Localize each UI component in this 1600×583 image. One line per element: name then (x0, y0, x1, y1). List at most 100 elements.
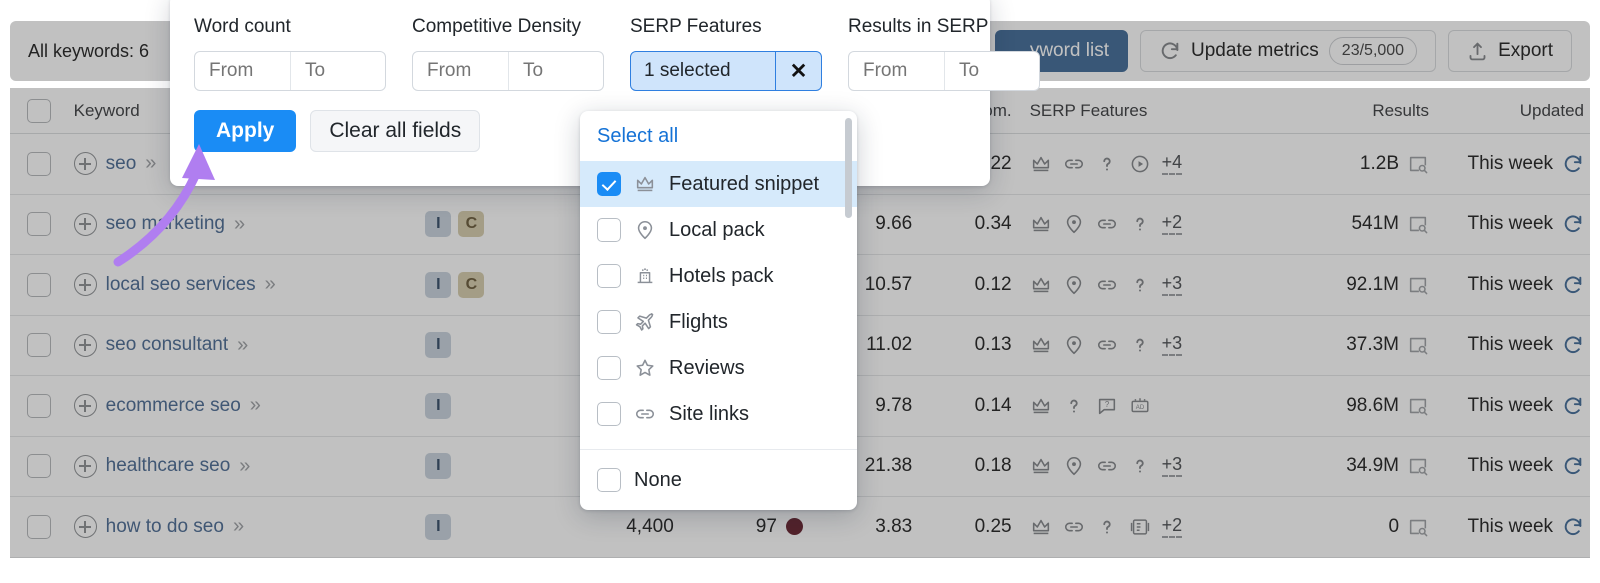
dropdown-option[interactable]: Site links (580, 391, 857, 437)
range-to-input[interactable] (290, 52, 385, 90)
row-checkbox[interactable] (10, 393, 68, 418)
range-from-input[interactable] (849, 52, 944, 90)
faq-icon[interactable] (1063, 395, 1085, 417)
updated-refresh-icon[interactable] (1562, 395, 1584, 417)
export-button[interactable]: Export (1448, 30, 1572, 72)
dropdown-option[interactable]: Reviews (580, 345, 857, 391)
serp-features-more[interactable]: +4 (1161, 152, 1183, 175)
local-pack-icon[interactable] (1063, 455, 1085, 477)
intent-badge-C[interactable]: C (458, 271, 485, 298)
row-checkbox[interactable] (10, 333, 68, 358)
featured-snippet-icon[interactable] (1030, 153, 1052, 175)
serp-features-select[interactable]: 1 selected ✕ (630, 51, 822, 91)
serp-features-more[interactable]: +2 (1161, 213, 1183, 236)
option-checkbox[interactable] (597, 310, 621, 334)
local-pack-icon[interactable] (1063, 334, 1085, 356)
add-keyword-icon[interactable] (73, 273, 97, 297)
results-search-icon[interactable] (1407, 153, 1429, 175)
site-links-icon[interactable] (1063, 516, 1085, 538)
clear-selection-icon[interactable]: ✕ (775, 52, 821, 90)
updated-refresh-icon[interactable] (1562, 274, 1584, 296)
intent-badge-I[interactable]: I (425, 332, 452, 359)
range-from-input[interactable] (195, 52, 290, 90)
serp-features-more[interactable]: +3 (1161, 455, 1183, 478)
range-from-input[interactable] (413, 52, 508, 90)
site-links-icon[interactable] (1096, 455, 1118, 477)
site-links-icon[interactable] (1096, 274, 1118, 296)
faq-icon[interactable] (1129, 455, 1151, 477)
keyword-link[interactable]: ecommerce seo (106, 395, 241, 417)
results-search-icon[interactable] (1407, 395, 1429, 417)
dropdown-option-none[interactable]: None (580, 450, 857, 510)
local-pack-icon[interactable] (1063, 213, 1085, 235)
faq-icon[interactable] (1129, 213, 1151, 235)
add-keyword-icon[interactable] (73, 454, 97, 478)
dropdown-option[interactable]: Flights (580, 299, 857, 345)
option-checkbox[interactable] (597, 264, 621, 288)
column-header-results[interactable]: Results (1260, 101, 1429, 121)
serp-features-more[interactable]: +3 (1161, 273, 1183, 296)
keyword-link[interactable]: seo marketing (106, 213, 225, 235)
add-keyword-icon[interactable] (73, 333, 97, 357)
keyword-link[interactable]: seo (106, 153, 137, 175)
results-search-icon[interactable] (1407, 455, 1429, 477)
row-checkbox[interactable] (10, 272, 68, 297)
range-to-input[interactable] (944, 52, 1039, 90)
add-keyword-icon[interactable] (73, 152, 97, 176)
video-icon[interactable] (1129, 153, 1151, 175)
results-search-icon[interactable] (1407, 213, 1429, 235)
chevron-right-icon[interactable]: » (250, 394, 261, 417)
dropdown-scrollbar[interactable] (845, 118, 852, 218)
featured-snippet-icon[interactable] (1030, 455, 1052, 477)
apply-button[interactable]: Apply (194, 110, 297, 152)
updated-refresh-icon[interactable] (1562, 516, 1584, 538)
keyword-link[interactable]: local seo services (106, 274, 256, 296)
site-links-icon[interactable] (1096, 334, 1118, 356)
dropdown-option[interactable]: Local pack (580, 207, 857, 253)
intent-badge-I[interactable]: I (425, 211, 452, 238)
row-checkbox[interactable] (10, 151, 68, 176)
row-checkbox[interactable] (10, 212, 68, 237)
option-checkbox[interactable] (597, 402, 621, 426)
chevron-right-icon[interactable]: » (239, 455, 250, 478)
featured-snippet-icon[interactable] (1030, 334, 1052, 356)
site-links-icon[interactable] (1096, 213, 1118, 235)
keyword-link[interactable]: seo consultant (106, 334, 229, 356)
knowledge-panel-icon[interactable] (1129, 516, 1151, 538)
add-keyword-icon[interactable] (73, 212, 97, 236)
faq-icon[interactable] (1096, 516, 1118, 538)
faq-icon[interactable] (1129, 334, 1151, 356)
chevron-right-icon[interactable]: » (237, 334, 248, 357)
discussions-icon[interactable]: ? (1096, 395, 1118, 417)
select-all-rows-checkbox[interactable] (10, 98, 68, 123)
results-search-icon[interactable] (1407, 274, 1429, 296)
keyword-link[interactable]: how to do seo (106, 516, 224, 538)
featured-snippet-icon[interactable] (1030, 213, 1052, 235)
intent-badge-I[interactable]: I (425, 453, 452, 480)
chevron-right-icon[interactable]: » (234, 213, 245, 236)
select-all-link[interactable]: Select all (580, 111, 857, 161)
column-header-updated[interactable]: Updated (1429, 101, 1590, 121)
keyword-link[interactable]: healthcare seo (106, 455, 231, 477)
option-checkbox[interactable] (597, 218, 621, 242)
row-checkbox[interactable] (10, 454, 68, 479)
local-pack-icon[interactable] (1063, 274, 1085, 296)
dropdown-option[interactable]: Hotels pack (580, 253, 857, 299)
option-checkbox[interactable] (597, 356, 621, 380)
serp-features-more[interactable]: +3 (1161, 334, 1183, 357)
chevron-right-icon[interactable]: » (233, 515, 244, 538)
intent-badge-I[interactable]: I (425, 271, 452, 298)
featured-snippet-icon[interactable] (1030, 395, 1052, 417)
add-keyword-icon[interactable] (73, 394, 97, 418)
chevron-right-icon[interactable]: » (145, 152, 156, 175)
results-search-icon[interactable] (1407, 334, 1429, 356)
column-header-serp-features[interactable]: SERP Features (1012, 101, 1261, 121)
intent-badge-I[interactable]: I (425, 513, 452, 540)
updated-refresh-icon[interactable] (1562, 455, 1584, 477)
featured-snippet-icon[interactable] (1030, 516, 1052, 538)
chevron-right-icon[interactable]: » (265, 273, 276, 296)
updated-refresh-icon[interactable] (1562, 334, 1584, 356)
results-search-icon[interactable] (1407, 516, 1429, 538)
range-to-input[interactable] (508, 52, 603, 90)
update-metrics-button[interactable]: Update metrics 23/5,000 (1140, 30, 1437, 72)
